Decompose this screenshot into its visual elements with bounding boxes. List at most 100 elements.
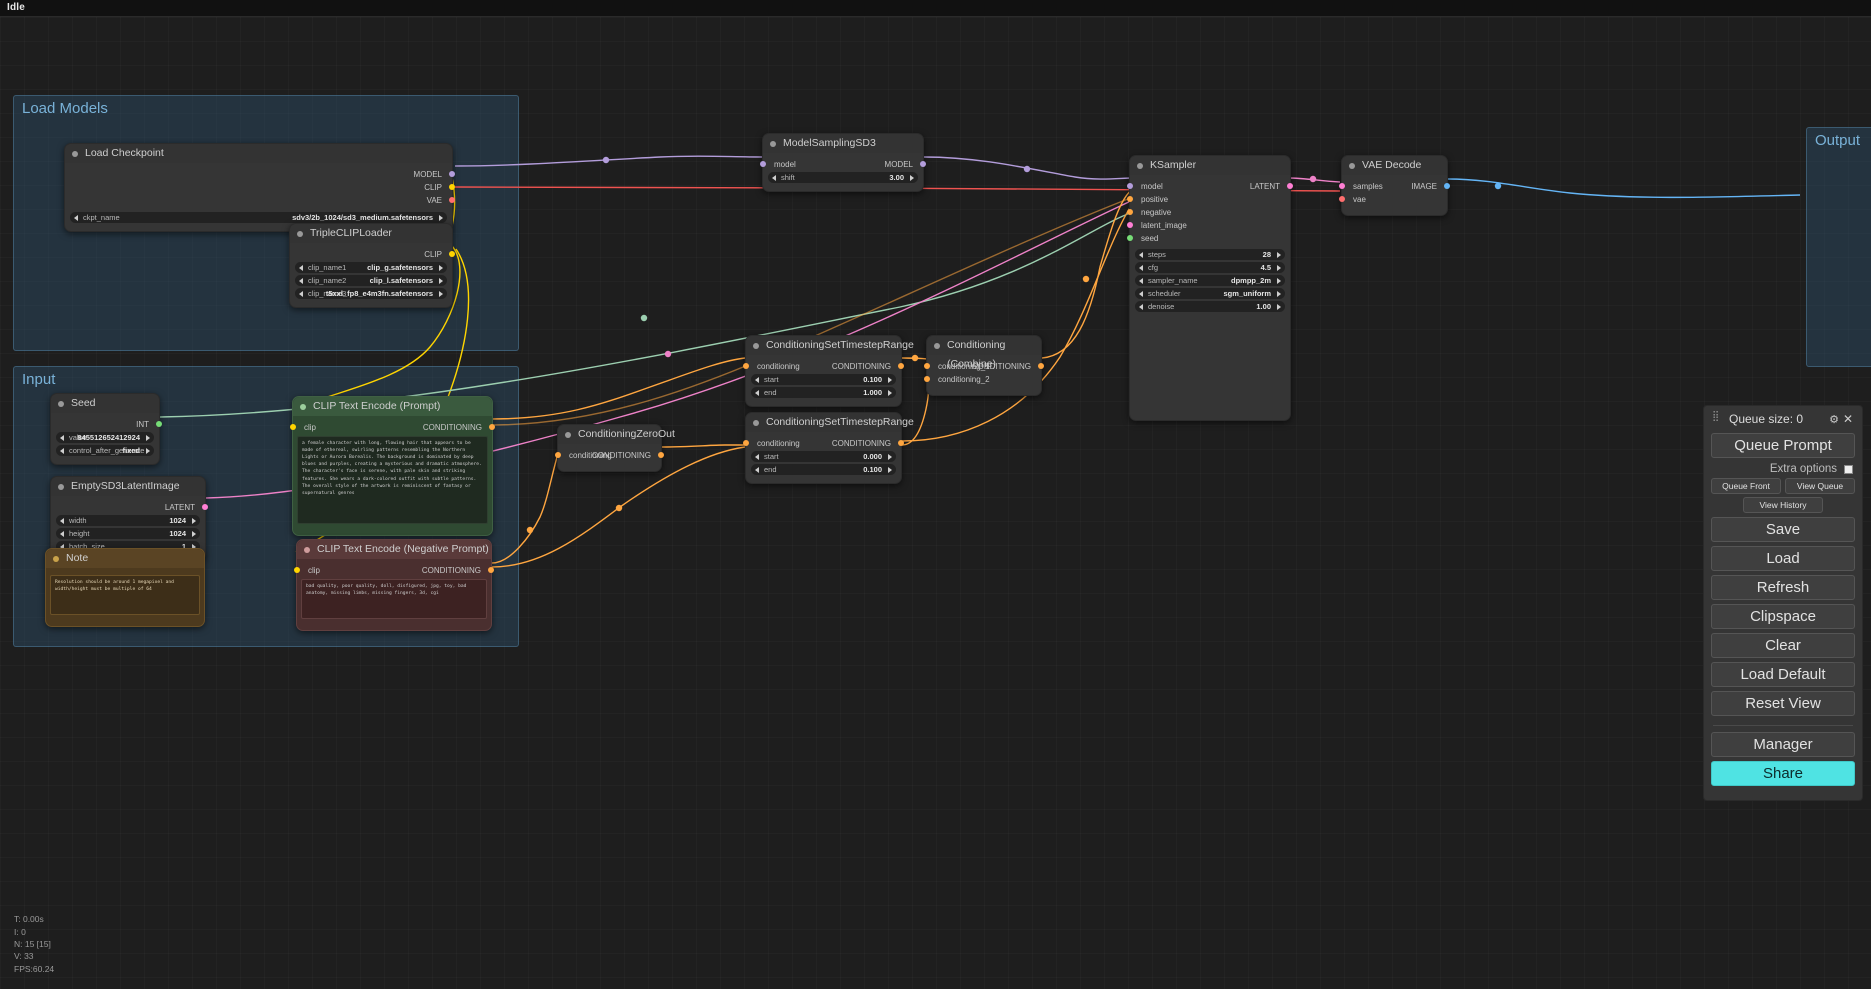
node-collapse-icon[interactable] (304, 547, 310, 553)
widget-clip-name2[interactable]: clip_name2 clip_l.safetensors (295, 275, 447, 286)
port-dot-conditioning-in[interactable] (555, 452, 561, 458)
widget-sampler-name[interactable]: sampler_name dpmpp_2m (1135, 275, 1285, 286)
widget-end[interactable]: end 1.000 (751, 387, 896, 398)
increment-arrow-icon[interactable] (888, 389, 892, 396)
node-collapse-icon[interactable] (1137, 163, 1143, 169)
node-collapse-icon[interactable] (72, 151, 78, 157)
view-history-button[interactable]: View History (1743, 497, 1823, 513)
decrement-arrow-icon[interactable] (299, 277, 303, 284)
decrement-arrow-icon[interactable] (299, 264, 303, 271)
close-icon[interactable]: ✕ (1843, 412, 1853, 426)
decrement-arrow-icon[interactable] (74, 214, 78, 221)
reset-view-button[interactable]: Reset View (1711, 691, 1855, 716)
output-slot-int[interactable]: INT (51, 419, 162, 430)
increment-arrow-icon[interactable] (439, 214, 443, 221)
widget-end[interactable]: end 0.100 (751, 464, 896, 475)
node-collapse-icon[interactable] (58, 401, 64, 407)
widget-clip-name3[interactable]: clip_name3 t5xxl_fp8_e4m3fn.safetensors (295, 288, 447, 299)
port-dot-image[interactable] (1444, 183, 1450, 189)
increment-arrow-icon[interactable] (192, 517, 196, 524)
port-dot-conditioning[interactable] (488, 567, 494, 573)
node-collapse-icon[interactable] (300, 404, 306, 410)
widget-scheduler[interactable]: scheduler sgm_uniform (1135, 288, 1285, 299)
port-dot-clip[interactable] (294, 567, 300, 573)
widget-clip-name1[interactable]: clip_name1 clip_g.safetensors (295, 262, 447, 273)
increment-arrow-icon[interactable] (910, 174, 914, 181)
node-title-bar[interactable]: ConditioningSetTimestepRange (746, 413, 914, 432)
port-dot-conditioning-out[interactable] (898, 440, 904, 446)
load-default-button[interactable]: Load Default (1711, 662, 1855, 687)
port-dot[interactable] (202, 504, 208, 510)
output-slot-model[interactable]: MODEL (65, 169, 455, 180)
node-collapse-icon[interactable] (1349, 163, 1355, 169)
port-dot-vae[interactable] (1339, 196, 1345, 202)
decrement-arrow-icon[interactable] (1139, 251, 1143, 258)
widget-width[interactable]: width 1024 (56, 515, 200, 526)
increment-arrow-icon[interactable] (1277, 277, 1281, 284)
decrement-arrow-icon[interactable] (60, 434, 64, 441)
node-conditioning-combine[interactable]: Conditioning (Combine) conditioning_1 CO… (924, 335, 1044, 396)
port-dot-conditioning-1[interactable] (924, 363, 930, 369)
decrement-arrow-icon[interactable] (755, 376, 759, 383)
port-dot-seed[interactable] (1127, 235, 1133, 241)
note-textarea[interactable]: Resolution should be around 1 megapixel … (50, 575, 200, 615)
widget-seed-value[interactable]: value 845512652412924 (56, 432, 154, 443)
port-dot-conditioning-2[interactable] (924, 376, 930, 382)
node-triple-clip-loader[interactable]: TripleCLIPLoader CLIP clip_name1 clip_g.… (289, 223, 455, 308)
port-dot[interactable] (449, 251, 455, 257)
widget-shift[interactable]: shift 3.00 (768, 172, 918, 183)
node-title-bar[interactable]: KSampler (1130, 156, 1290, 175)
decrement-arrow-icon[interactable] (1139, 303, 1143, 310)
increment-arrow-icon[interactable] (146, 447, 150, 454)
increment-arrow-icon[interactable] (888, 376, 892, 383)
clear-button[interactable]: Clear (1711, 633, 1855, 658)
port-dot-conditioning-out[interactable] (898, 363, 904, 369)
node-collapse-icon[interactable] (770, 141, 776, 147)
widget-denoise[interactable]: denoise 1.00 (1135, 301, 1285, 312)
widget-control-after-generate[interactable]: control_after_generate fixed (56, 445, 154, 456)
widget-start[interactable]: start 0.100 (751, 374, 896, 385)
node-collapse-icon[interactable] (297, 231, 303, 237)
node-vae-decode[interactable]: VAE Decode samples IMAGE vae (1339, 155, 1450, 216)
node-clip-text-encode-positive[interactable]: CLIP Text Encode (Prompt) clip CONDITION… (290, 396, 495, 536)
port-dot-samples[interactable] (1339, 183, 1345, 189)
output-slot-vae[interactable]: VAE (65, 195, 455, 206)
node-title-bar[interactable]: Conditioning (Combine) (927, 336, 1041, 370)
node-collapse-icon[interactable] (753, 420, 759, 426)
decrement-arrow-icon[interactable] (755, 389, 759, 396)
port-dot-clip[interactable] (290, 424, 296, 430)
node-collapse-icon[interactable] (58, 484, 64, 490)
view-queue-button[interactable]: View Queue (1785, 478, 1855, 494)
node-title-bar[interactable]: Load Checkpoint (65, 144, 452, 163)
port-dot-conditioning[interactable] (489, 424, 495, 430)
graph-canvas[interactable]: Load Models Input Output Load Checkpoint… (0, 17, 1871, 989)
increment-arrow-icon[interactable] (146, 434, 150, 441)
node-title-bar[interactable]: Note (46, 549, 204, 568)
extra-options-checkbox[interactable] (1844, 465, 1853, 474)
widget-cfg[interactable]: cfg 4.5 (1135, 262, 1285, 273)
node-collapse-icon[interactable] (53, 556, 59, 562)
port-dot-conditioning-in[interactable] (743, 363, 749, 369)
node-seed[interactable]: Seed INT value 845512652412924 control_a… (50, 393, 162, 465)
node-conditioning-zero-out[interactable]: ConditioningZeroOut conditioning CONDITI… (555, 424, 675, 472)
increment-arrow-icon[interactable] (1277, 264, 1281, 271)
gear-icon[interactable]: ⚙ (1829, 413, 1839, 426)
share-button[interactable]: Share (1711, 761, 1855, 786)
output-slot-clip[interactable]: CLIP (65, 182, 455, 193)
port-dot[interactable] (156, 421, 162, 427)
port-dot-model[interactable] (1127, 183, 1133, 189)
port-dot-conditioning-out[interactable] (1038, 363, 1044, 369)
node-clip-text-encode-negative[interactable]: CLIP Text Encode (Negative Prompt) clip … (294, 539, 494, 631)
port-dot-model-in[interactable] (760, 161, 766, 167)
increment-arrow-icon[interactable] (1277, 303, 1281, 310)
port-dot[interactable] (449, 184, 455, 190)
increment-arrow-icon[interactable] (439, 290, 443, 297)
node-title-bar[interactable]: ConditioningZeroOut (558, 425, 675, 444)
increment-arrow-icon[interactable] (192, 530, 196, 537)
output-slot-latent[interactable]: LATENT (51, 502, 208, 513)
load-button[interactable]: Load (1711, 546, 1855, 571)
node-model-sampling-sd3[interactable]: ModelSamplingSD3 model MODEL shift 3.00 (760, 133, 926, 192)
node-conditioning-set-timestep-range-2[interactable]: ConditioningSetTimestepRange conditionin… (743, 412, 914, 484)
node-conditioning-set-timestep-range-1[interactable]: ConditioningSetTimestepRange conditionin… (743, 335, 914, 407)
clipspace-button[interactable]: Clipspace (1711, 604, 1855, 629)
